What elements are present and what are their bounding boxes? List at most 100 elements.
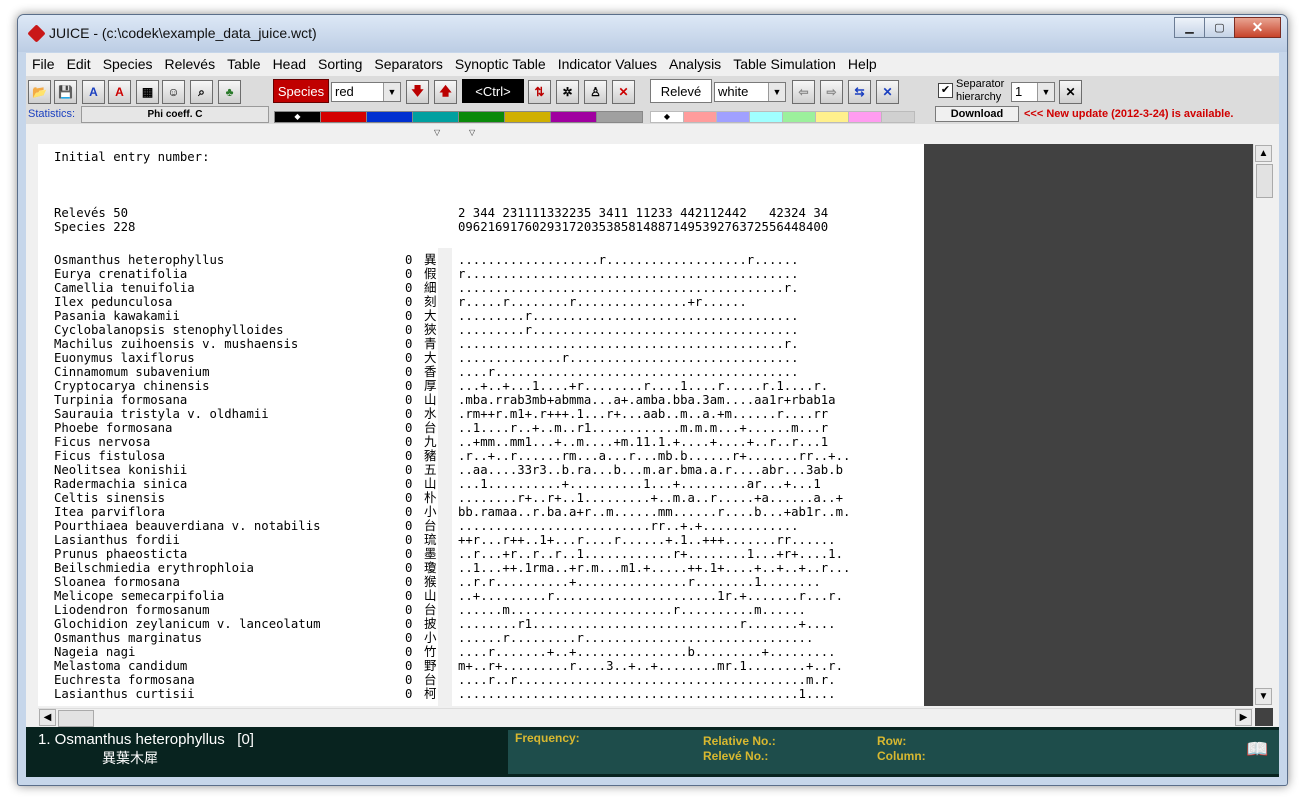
species-occurrence-pattern[interactable]: ..+mm..mm1...+..m....+m.11.1.+....+....+…: [458, 435, 828, 449]
menu-item[interactable]: Relevés: [159, 56, 222, 72]
hierarchy-icon[interactable]: ♙: [584, 80, 607, 104]
species-name[interactable]: Turpinia formosana: [54, 393, 187, 407]
species-occurrence-pattern[interactable]: ..1...++.1rma..+r.m...m1.+.....++.1+....…: [458, 561, 850, 575]
save-icon[interactable]: 💾: [54, 80, 77, 104]
releve-color-select[interactable]: white ▼: [714, 82, 786, 102]
grid-icon[interactable]: ▦: [136, 80, 159, 104]
releve-color-swatch[interactable]: [848, 111, 882, 123]
species-name[interactable]: Eurya crenatifolia: [54, 267, 187, 281]
species-occurrence-pattern[interactable]: ....r..r................................…: [458, 673, 836, 687]
releve-color-swatch[interactable]: [782, 111, 816, 123]
network-icon[interactable]: ✲: [556, 80, 579, 104]
species-occurrence-pattern[interactable]: ++r...r++..1+...r....r......+.1..+++....…: [458, 533, 836, 547]
face-icon[interactable]: ☺: [162, 80, 185, 104]
update-notice[interactable]: <<< New update (2012-3-24) is available.: [1024, 108, 1233, 120]
species-occurrence-pattern[interactable]: bb.ramaa..r.ba.a+r..m......mm......r....…: [458, 505, 850, 519]
arrow-up-icon[interactable]: 🡅: [434, 80, 457, 104]
species-name[interactable]: Euchresta formosana: [54, 673, 195, 687]
species-occurrence-pattern[interactable]: ..............r.........................…: [458, 351, 799, 365]
species-occurrence-pattern[interactable]: ........r+..r+..1.........+..m.a..r.....…: [458, 491, 843, 505]
horizontal-scroll-thumb[interactable]: [58, 710, 94, 727]
menu-item[interactable]: Sorting: [312, 56, 368, 72]
font-a-blue-icon[interactable]: A: [82, 80, 105, 104]
ctrl-button[interactable]: <Ctrl>: [462, 79, 524, 103]
scroll-up-icon[interactable]: ▲: [1255, 145, 1272, 162]
species-name[interactable]: Osmanthus heterophyllus: [54, 253, 224, 267]
menu-item[interactable]: Analysis: [663, 56, 727, 72]
menu-item[interactable]: Table: [221, 56, 266, 72]
menu-item[interactable]: Help: [842, 56, 883, 72]
species-occurrence-pattern[interactable]: r.......................................…: [458, 267, 799, 281]
remove-blue-icon[interactable]: ✕: [876, 80, 899, 104]
menu-item[interactable]: Synoptic Table: [449, 56, 552, 72]
close-button[interactable]: ✕: [1234, 17, 1281, 38]
swap-icon[interactable]: ⇆: [848, 80, 871, 104]
species-name[interactable]: Melastoma candidum: [54, 659, 187, 673]
species-occurrence-pattern[interactable]: m+..r+.........r....3..+..+........mr.1.…: [458, 659, 843, 673]
species-name[interactable]: Phoebe formosana: [54, 421, 172, 435]
species-occurrence-pattern[interactable]: ........................................…: [458, 687, 836, 701]
species-occurrence-pattern[interactable]: ...+..+...1....+r........r....1....r....…: [458, 379, 828, 393]
scroll-down-icon[interactable]: ▼: [1255, 688, 1272, 705]
releve-color-swatch[interactable]: ◆: [650, 111, 684, 123]
species-name[interactable]: Celtis sinensis: [54, 491, 165, 505]
species-name[interactable]: Osmanthus marginatus: [54, 631, 202, 645]
species-occurrence-pattern[interactable]: ......m......................r..........…: [458, 603, 806, 617]
species-name[interactable]: Ficus nervosa: [54, 435, 150, 449]
menu-item[interactable]: Head: [267, 56, 312, 72]
species-name[interactable]: Nageia nagi: [54, 645, 135, 659]
separator-marker-icon[interactable]: ▽: [469, 128, 475, 137]
species-color-swatch[interactable]: [412, 111, 459, 123]
species-occurrence-pattern[interactable]: ...1..........+..........1...+.........a…: [458, 477, 821, 491]
cancel-x-icon[interactable]: ✕: [1059, 80, 1082, 104]
species-occurrence-pattern[interactable]: ..r.r..........+...............r........…: [458, 575, 821, 589]
species-name[interactable]: Sloanea formosana: [54, 575, 180, 589]
horizontal-scrollbar[interactable]: ◀ ▶: [38, 708, 1253, 727]
species-occurrence-pattern[interactable]: .mba.rrab3mb+abmma...a+.amba.bba.3am....…: [458, 393, 836, 407]
sort-icon[interactable]: ⇅: [528, 80, 551, 104]
releve-color-swatch[interactable]: [881, 111, 915, 123]
releve-color-swatch[interactable]: [683, 111, 717, 123]
species-occurrence-pattern[interactable]: .r..+..r......rm...a...r...mb.b......r+.…: [458, 449, 850, 463]
species-occurrence-pattern[interactable]: ........................................…: [458, 337, 799, 351]
separator-marker-icon[interactable]: ▽: [434, 128, 440, 137]
species-name[interactable]: Pasania kawakamii: [54, 309, 180, 323]
separator-hierarchy-checkbox[interactable]: ✔: [938, 83, 953, 98]
species-name[interactable]: Pourthiaea beauverdiana v. notabilis: [54, 519, 321, 533]
menu-item[interactable]: File: [26, 56, 61, 72]
species-name[interactable]: Beilschmiedia erythrophloia: [54, 561, 254, 575]
font-a-red-icon[interactable]: A: [108, 80, 131, 104]
species-occurrence-pattern[interactable]: ....r...................................…: [458, 365, 799, 379]
species-occurrence-pattern[interactable]: ..r...+r..r..r..1............r+........1…: [458, 547, 843, 561]
species-name[interactable]: Itea parviflora: [54, 505, 165, 519]
species-occurrence-pattern[interactable]: ..+.........r......................1r.+.…: [458, 589, 843, 603]
title-bar[interactable]: JUICE - (c:\codek\example_data_juice.wct…: [18, 15, 1287, 52]
menu-item[interactable]: Separators: [368, 56, 448, 72]
releve-color-swatch[interactable]: [815, 111, 849, 123]
species-color-swatch[interactable]: [596, 111, 643, 123]
vertical-scroll-thumb[interactable]: [1256, 164, 1273, 198]
species-name[interactable]: Neolitsea konishii: [54, 463, 187, 477]
menu-item[interactable]: Table Simulation: [727, 56, 842, 72]
species-occurrence-pattern[interactable]: ..aa....33r3..b.ra...b...m.ar.bma.a.r...…: [458, 463, 843, 477]
species-occurrence-pattern[interactable]: ..........................rr..+.+.......…: [458, 519, 799, 533]
species-occurrence-pattern[interactable]: r.....r........r...............+r......: [458, 295, 747, 309]
species-occurrence-pattern[interactable]: ....r.......+..+...............b........…: [458, 645, 836, 659]
species-color-swatch[interactable]: [550, 111, 597, 123]
book-icon[interactable]: 📖: [1246, 739, 1268, 760]
species-name[interactable]: Camellia tenuifolia: [54, 281, 195, 295]
vegetation-table[interactable]: Initial entry number: Relevés 50 Species…: [38, 144, 924, 706]
species-color-swatch[interactable]: [320, 111, 367, 123]
species-color-select[interactable]: red ▼: [331, 82, 401, 102]
species-name[interactable]: Cinnamomum subavenium: [54, 365, 209, 379]
species-name[interactable]: Liodendron formosanum: [54, 603, 209, 617]
maximize-button[interactable]: ▢: [1204, 17, 1235, 38]
species-occurrence-pattern[interactable]: ........................................…: [458, 281, 799, 295]
species-name[interactable]: Cyclobalanopsis stenophylloides: [54, 323, 284, 337]
species-name[interactable]: Melicope semecarpifolia: [54, 589, 224, 603]
scroll-left-icon[interactable]: ◀: [39, 709, 56, 726]
delete-icon[interactable]: ✕: [612, 80, 635, 104]
species-name[interactable]: Saurauia tristyla v. oldhamii: [54, 407, 269, 421]
menu-item[interactable]: Edit: [61, 56, 97, 72]
species-occurrence-pattern[interactable]: ..1....r..+..m..r1............m.m.m...+.…: [458, 421, 828, 435]
